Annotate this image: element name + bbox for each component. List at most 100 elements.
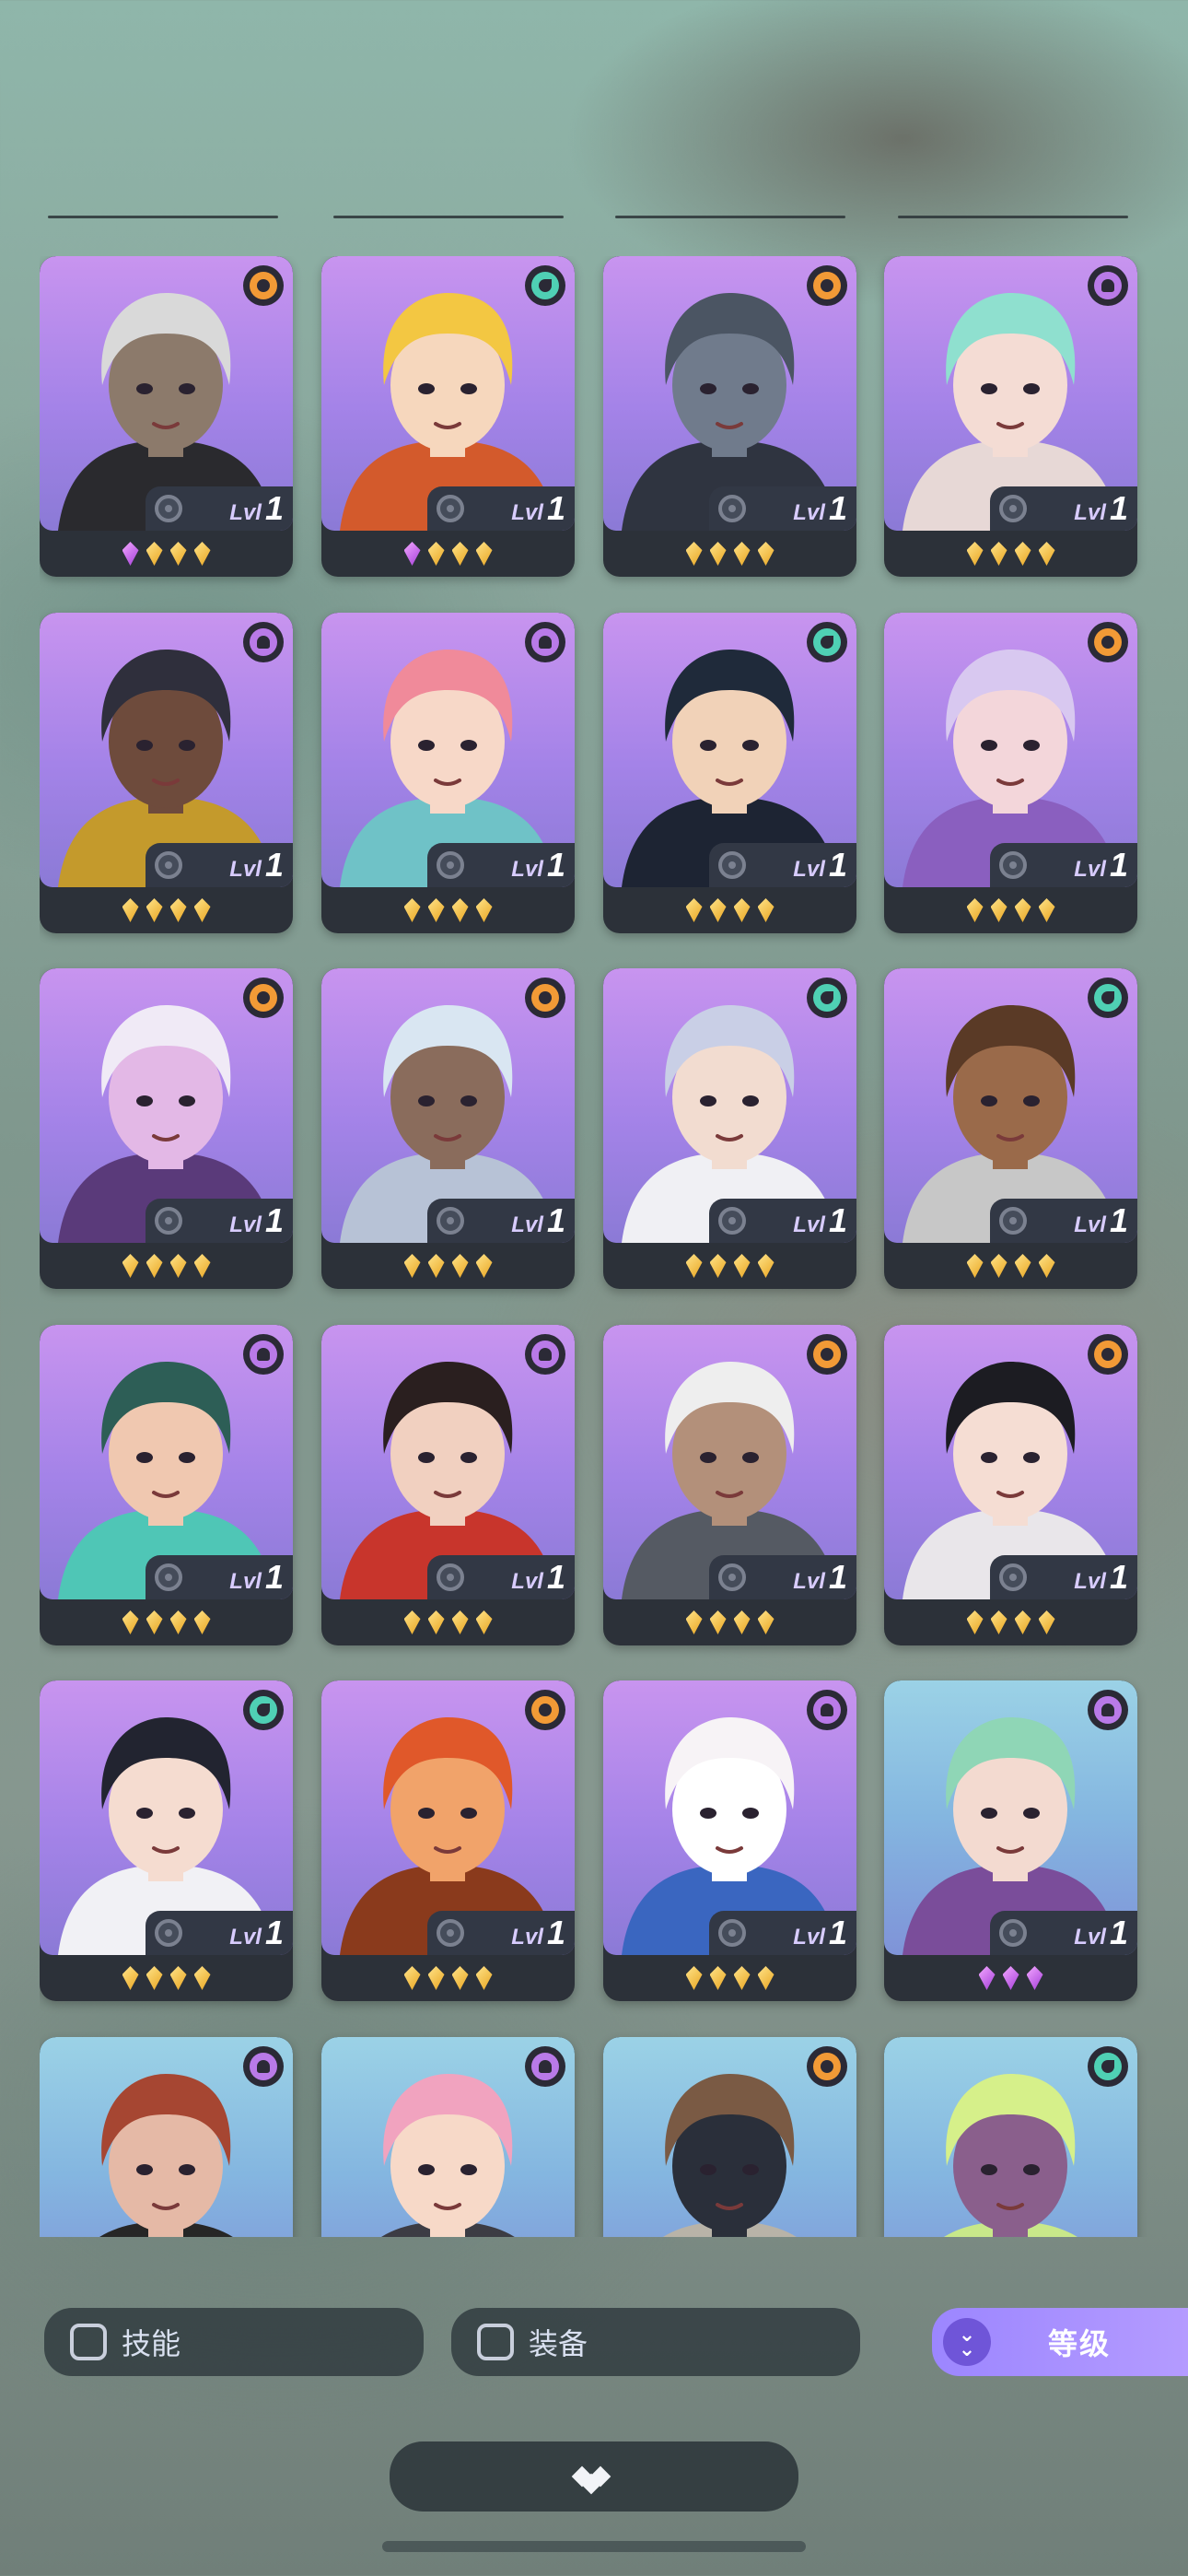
level-value: 1	[828, 1914, 847, 1951]
gold-gem-icon	[169, 1610, 187, 1634]
teal-hooded-woman-portrait-icon: Lvl 1	[40, 1325, 293, 1599]
level-value: 1	[546, 846, 565, 884]
hero-card[interactable]: Lvl1	[884, 256, 1137, 577]
level-bar: Lvl 1	[990, 843, 1137, 887]
level-bar: Lvl 1	[709, 1199, 856, 1243]
hero-card[interactable]: Lvl1	[321, 2037, 575, 2237]
equipment-checkbox[interactable]	[477, 2324, 514, 2360]
level-value: 1	[264, 489, 284, 527]
hero-card[interactable]: Lvl1	[884, 968, 1137, 1289]
level-bar: Lvl 1	[427, 1911, 575, 1955]
gold-gem-icon	[427, 1966, 445, 1990]
hero-card[interactable]: Lvl1	[321, 1680, 575, 2001]
level-bar: Lvl 1	[709, 1555, 856, 1599]
hero-card[interactable]: Lvl1	[603, 256, 856, 577]
sort-label: 等级	[1048, 2327, 1112, 2360]
level-prefix: Lvl	[793, 857, 825, 882]
gold-gem-icon	[122, 1966, 139, 1990]
level-prefix: Lvl	[1074, 1212, 1106, 1237]
level-bar: Lvl 1	[990, 486, 1137, 531]
gold-gem-icon	[990, 1610, 1007, 1634]
rarity-gems	[40, 1955, 293, 2001]
gear-slot-icon	[437, 495, 464, 522]
purple-gem-icon	[978, 1966, 996, 1990]
rarity-gems	[321, 531, 575, 577]
sun-faction-icon	[525, 1690, 565, 1730]
gold-gem-icon	[966, 542, 984, 566]
gold-gem-icon	[709, 1254, 727, 1278]
hero-card[interactable]: Lvl1	[321, 256, 575, 577]
hero-card[interactable]: Lvl1	[321, 1325, 575, 1645]
level-label: Lvl 1	[1074, 846, 1128, 884]
gold-gem-icon	[1038, 1254, 1055, 1278]
swirl-faction-icon	[807, 978, 847, 1018]
omega-faction-icon	[243, 622, 284, 662]
mint-haired-woman-portrait-icon: Lvl 1	[884, 256, 1137, 531]
skill-checkbox[interactable]	[70, 2324, 107, 2360]
hero-card[interactable]: Lvl1	[884, 613, 1137, 933]
level-value: 1	[264, 846, 284, 884]
gear-slot-icon	[999, 1207, 1027, 1235]
purple-gem-icon	[403, 542, 421, 566]
gear-slot-icon	[437, 851, 464, 879]
level-prefix: Lvl	[511, 500, 543, 525]
rarity-gems	[603, 1955, 856, 2001]
rarity-gems	[884, 1243, 1137, 1289]
filter-bar: 技能 装备 ⌄ ⌄ 等级	[0, 2308, 1188, 2382]
hero-card[interactable]: Lvl1	[40, 613, 293, 933]
equipment-filter-toggle[interactable]: 装备	[451, 2308, 860, 2376]
level-label: Lvl 1	[1074, 1558, 1128, 1597]
pink-haired-woman-portrait-icon: Lvl 1	[321, 613, 575, 887]
hero-card[interactable]: Lvl1	[884, 1680, 1137, 2001]
sun-faction-icon	[525, 978, 565, 1018]
level-bar: Lvl 1	[146, 1911, 293, 1955]
hero-card[interactable]: Lvl1	[40, 2037, 293, 2237]
gold-gem-icon	[685, 898, 703, 922]
hero-card[interactable]: Lvl1	[40, 968, 293, 1289]
hero-card[interactable]: Lvl1	[40, 256, 293, 577]
gold-gem-icon	[146, 1254, 163, 1278]
gold-gem-icon	[122, 898, 139, 922]
pink-haired-catgirl-portrait-icon: Lvl1	[321, 2037, 575, 2237]
hero-card[interactable]: Lvl1	[321, 613, 575, 933]
sort-by-level-button[interactable]: ⌄ ⌄ 等级	[932, 2308, 1188, 2376]
gold-gem-icon	[685, 1966, 703, 1990]
gold-gem-icon	[1014, 898, 1031, 922]
level-value: 1	[264, 1914, 284, 1951]
divider-line	[898, 216, 1128, 218]
level-prefix: Lvl	[793, 1569, 825, 1594]
level-bar: Lvl 1	[709, 1911, 856, 1955]
gold-gem-icon	[475, 542, 493, 566]
rarity-gems	[603, 531, 856, 577]
purple-gem-icon	[1026, 1966, 1043, 1990]
hero-card[interactable]: Lvl1	[884, 1325, 1137, 1645]
equipment-filter-label: 装备	[529, 2327, 588, 2360]
gold-gem-icon	[475, 898, 493, 922]
hero-card[interactable]: Lvl1	[321, 968, 575, 1289]
omega-faction-icon	[807, 1690, 847, 1730]
hero-card[interactable]: Lvl1	[603, 613, 856, 933]
level-label: Lvl 1	[511, 1558, 565, 1597]
gear-slot-icon	[437, 1919, 464, 1947]
rarity-gems	[40, 1599, 293, 1645]
hero-card[interactable]: Lvl1	[884, 2037, 1137, 2237]
hero-card[interactable]: Lvl1	[603, 2037, 856, 2237]
skill-filter-toggle[interactable]: 技能	[44, 2308, 424, 2376]
rarity-gems	[884, 887, 1137, 933]
level-value: 1	[546, 489, 565, 527]
rarity-gems	[321, 1955, 575, 2001]
gold-gem-icon	[169, 1966, 187, 1990]
level-label: Lvl 1	[793, 1201, 847, 1240]
collapse-menu-button[interactable]	[390, 2441, 798, 2512]
fox-warrior-portrait-icon: Lvl 1	[321, 1680, 575, 1955]
hero-card[interactable]: Lvl1	[40, 1680, 293, 2001]
gold-gem-icon	[403, 1610, 421, 1634]
level-label: Lvl 1	[229, 1201, 284, 1240]
hero-card[interactable]: Lvl1	[603, 968, 856, 1289]
hero-card[interactable]: Lvl1	[603, 1680, 856, 2001]
swirl-faction-icon	[1088, 978, 1128, 1018]
hero-card[interactable]: Lvl1	[603, 1325, 856, 1645]
hero-card[interactable]: Lvl1	[40, 1325, 293, 1645]
rarity-gems	[321, 887, 575, 933]
gold-gem-icon	[709, 1610, 727, 1634]
